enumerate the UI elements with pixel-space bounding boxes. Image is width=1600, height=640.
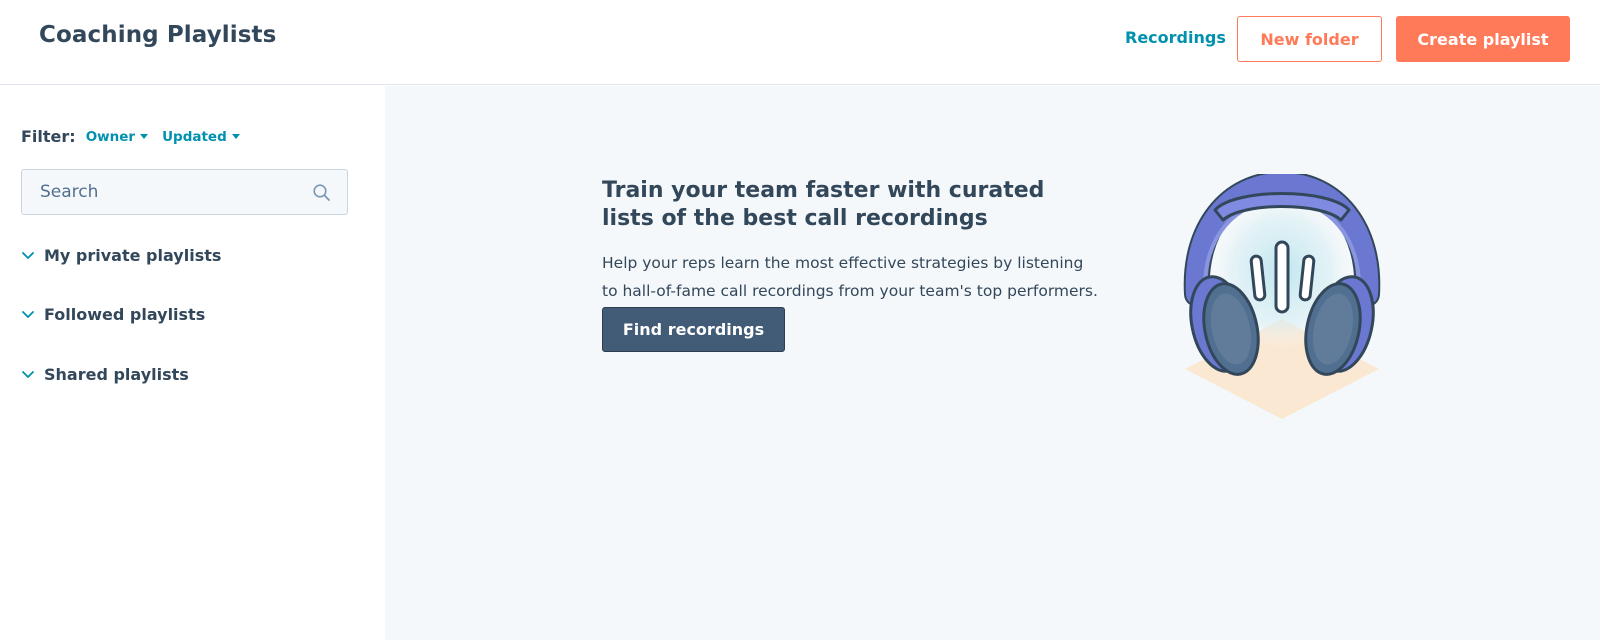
filter-label: Filter: xyxy=(21,127,76,146)
create-playlist-button[interactable]: Create playlist xyxy=(1396,16,1570,62)
section-followed-playlists[interactable]: Followed playlists xyxy=(21,305,205,324)
filter-row: Filter: Owner Updated xyxy=(21,127,254,146)
owner-filter-dropdown[interactable]: Owner xyxy=(85,128,149,145)
section-my-private-playlists[interactable]: My private playlists xyxy=(21,246,221,265)
search-input[interactable] xyxy=(22,170,302,214)
updated-filter-dropdown[interactable]: Updated xyxy=(162,129,240,145)
empty-state-headline: Train your team faster with curated list… xyxy=(602,178,1045,231)
empty-state-description: Help your reps learn the most effective … xyxy=(602,254,1098,300)
chevron-down-icon xyxy=(22,310,34,318)
new-folder-button[interactable]: New folder xyxy=(1237,16,1382,62)
section-shared-playlists[interactable]: Shared playlists xyxy=(21,365,189,384)
section-label: Followed playlists xyxy=(44,305,206,324)
main-content: Train your team faster with curated list… xyxy=(385,86,1600,640)
sidebar: Filter: Owner Updated My private playlis… xyxy=(0,86,385,640)
caret-down-icon xyxy=(140,134,149,139)
section-label: My private playlists xyxy=(44,246,222,265)
section-label: Shared playlists xyxy=(44,365,189,384)
owner-filter-label: Owner xyxy=(85,128,136,145)
search-box xyxy=(21,169,348,215)
top-header: Coaching Playlists Recordings New folder… xyxy=(0,0,1600,85)
chevron-down-icon xyxy=(22,251,34,259)
recordings-link[interactable]: Recordings xyxy=(1125,28,1226,47)
page-title: Coaching Playlists xyxy=(39,22,277,48)
search-icon[interactable] xyxy=(312,183,332,203)
caret-down-icon xyxy=(231,134,240,139)
find-recordings-button[interactable]: Find recordings xyxy=(602,307,785,352)
updated-filter-label: Updated xyxy=(162,128,227,145)
chevron-down-icon xyxy=(22,370,34,378)
headphones-illustration xyxy=(1183,174,1381,419)
